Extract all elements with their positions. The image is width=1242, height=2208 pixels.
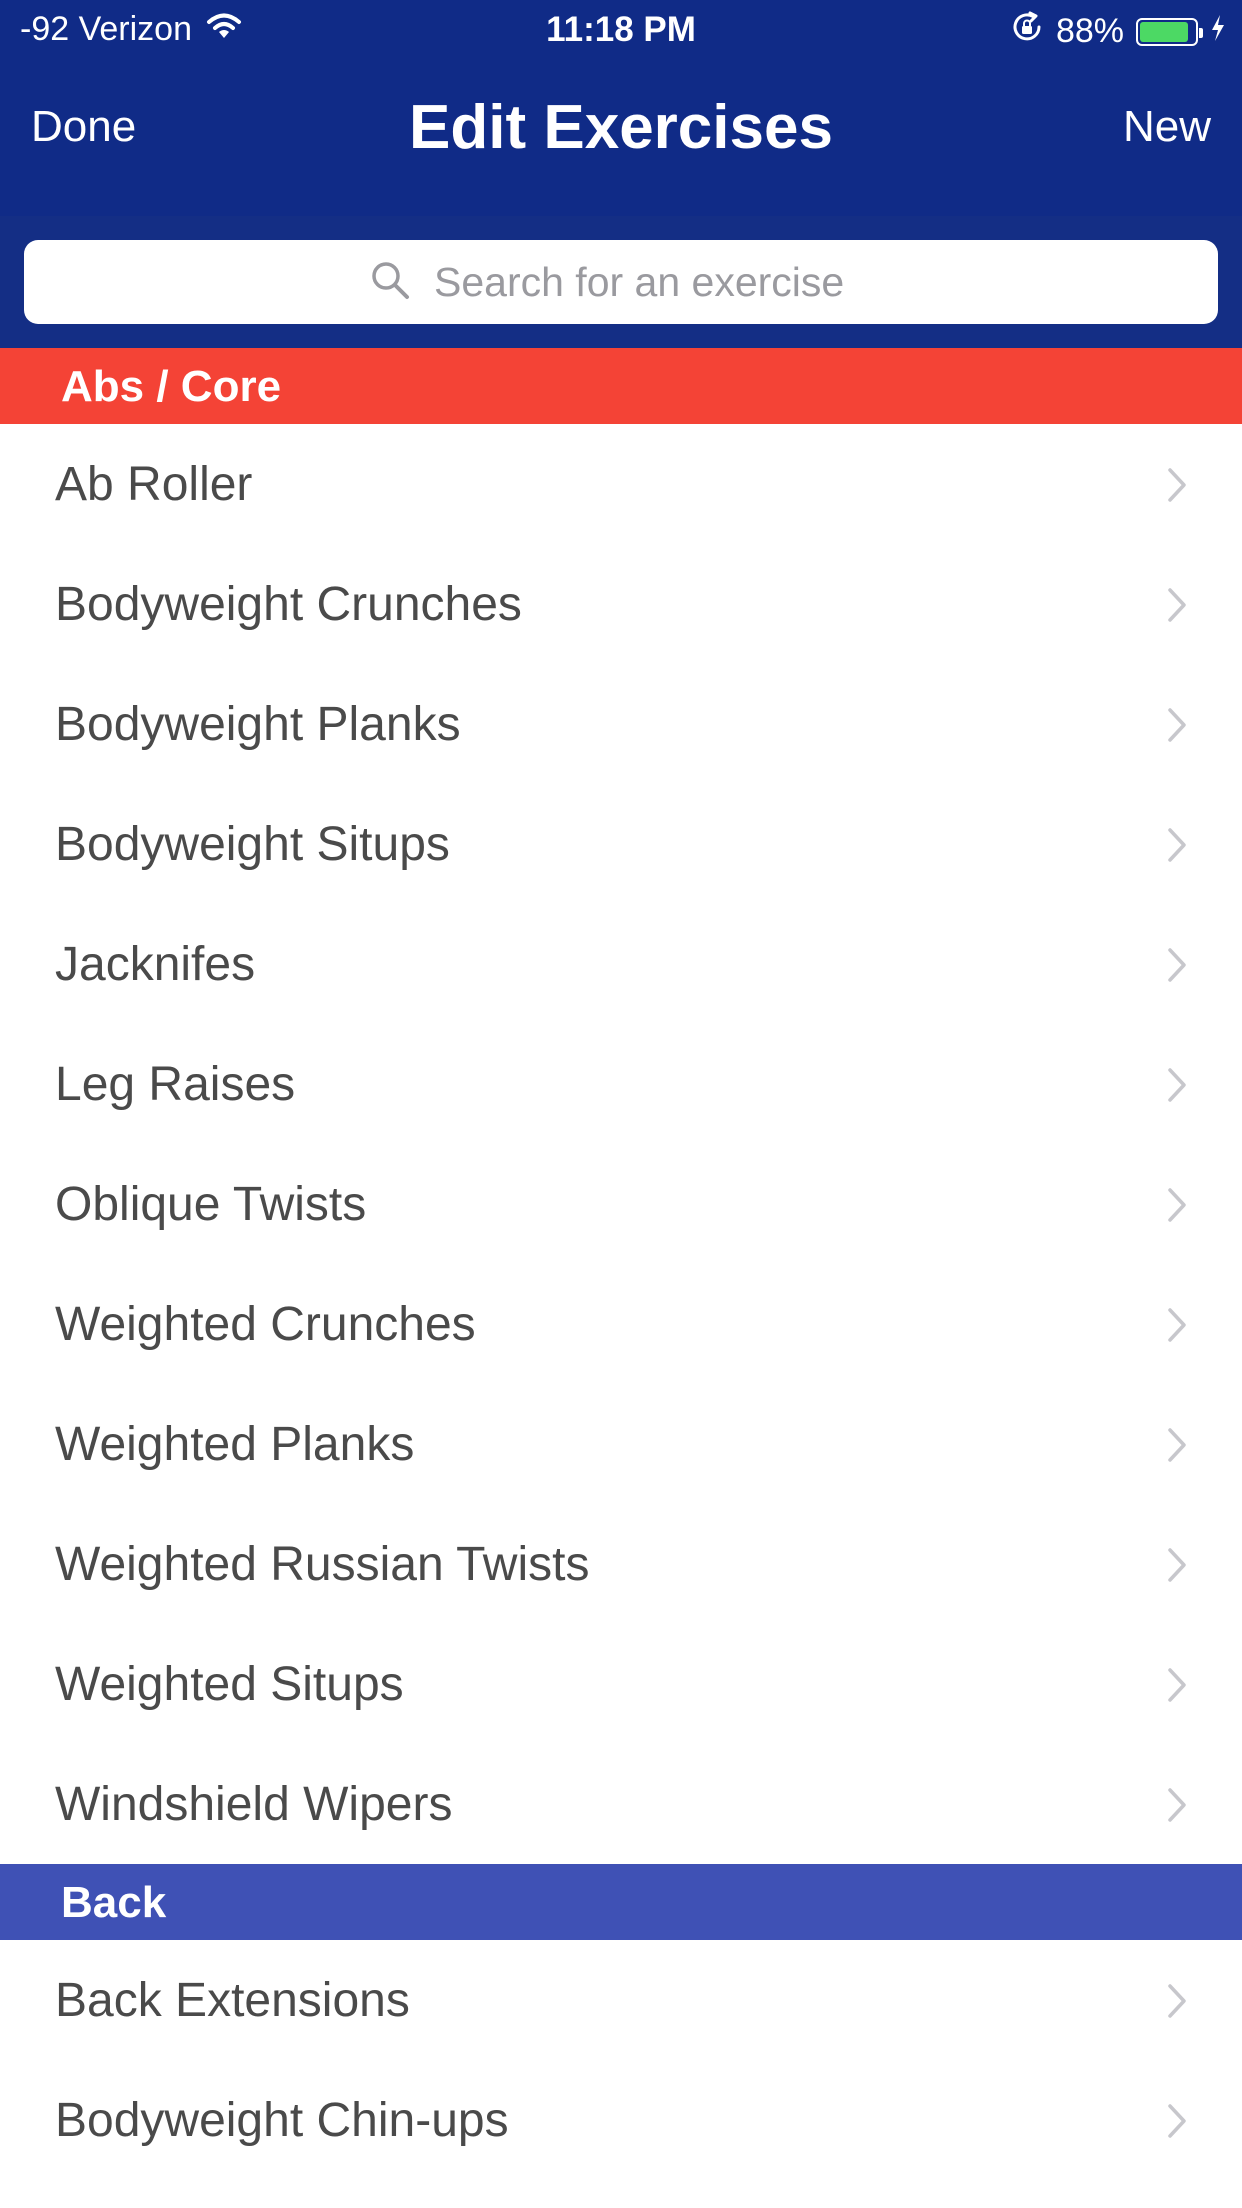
exercise-name: Back Extensions — [55, 1973, 410, 2027]
battery-icon — [1136, 17, 1203, 46]
section-header: Back — [0, 1864, 1242, 1940]
charging-bolt-icon — [1210, 12, 1226, 51]
list-item[interactable]: Ab Roller — [0, 424, 1242, 544]
list-item[interactable]: Weighted Situps — [0, 1624, 1242, 1744]
list-item[interactable]: Windshield Wipers — [0, 1744, 1242, 1864]
list-item[interactable]: Weighted Crunches — [0, 1264, 1242, 1384]
exercise-name: Ab Roller — [55, 457, 253, 511]
list-item[interactable]: Back Extensions — [0, 1940, 1242, 2060]
navigation-bar: Done Edit Exercises New — [0, 62, 1242, 192]
exercise-name: Oblique Twists — [55, 1177, 367, 1231]
status-right-group: 88% — [1010, 10, 1226, 53]
exercise-name: Weighted Crunches — [55, 1297, 476, 1351]
exercise-name: Bodyweight Chin-ups — [55, 2093, 509, 2147]
exercise-name: Weighted Russian Twists — [55, 1537, 590, 1591]
search-field-container[interactable] — [24, 240, 1218, 324]
list-item[interactable]: Leg Raises — [0, 1024, 1242, 1144]
list-item[interactable]: Weighted Planks — [0, 1384, 1242, 1504]
search-input[interactable] — [434, 258, 874, 306]
chevron-right-icon — [1167, 707, 1187, 748]
list-item[interactable]: Jacknifes — [0, 904, 1242, 1024]
battery-cap — [1199, 27, 1203, 38]
exercise-name: Bodyweight Situps — [55, 817, 450, 871]
list-item[interactable]: Bodyweight Chin-ups — [0, 2060, 1242, 2180]
chevron-right-icon — [1167, 467, 1187, 508]
new-exercise-button[interactable]: New — [1123, 102, 1211, 152]
battery-percent: 88% — [1055, 12, 1124, 50]
section-header: Abs / Core — [0, 348, 1242, 424]
chevron-right-icon — [1167, 1547, 1187, 1588]
page-title: Edit Exercises — [409, 93, 833, 162]
list-item[interactable]: Oblique Twists — [0, 1144, 1242, 1264]
chevron-right-icon — [1167, 1667, 1187, 1708]
header-area: -92 Verizon 11:18 PM 88% Done Edit Exerc… — [0, 0, 1242, 348]
exercise-name: Windshield Wipers — [55, 1777, 453, 1831]
chevron-right-icon — [1167, 827, 1187, 868]
list-item[interactable]: Weighted Russian Twists — [0, 1504, 1242, 1624]
chevron-right-icon — [1167, 1187, 1187, 1228]
chevron-right-icon — [1167, 1983, 1187, 2024]
search-icon — [368, 258, 412, 307]
chevron-right-icon — [1167, 947, 1187, 988]
battery-level-fill — [1140, 21, 1188, 42]
exercise-name: Weighted Situps — [55, 1657, 404, 1711]
list-item[interactable]: Bodyweight Situps — [0, 784, 1242, 904]
chevron-right-icon — [1167, 2103, 1187, 2144]
list-item[interactable]: Bodyweight Planks — [0, 664, 1242, 784]
status-bar: -92 Verizon 11:18 PM 88% — [0, 0, 1242, 60]
chevron-right-icon — [1167, 1787, 1187, 1828]
exercise-name: Bodyweight Crunches — [55, 577, 522, 631]
exercise-name: Leg Raises — [55, 1057, 296, 1111]
list-item[interactable]: Bodyweight Crunches — [0, 544, 1242, 664]
chevron-right-icon — [1167, 1427, 1187, 1468]
search-bar — [0, 216, 1242, 348]
exercise-name: Jacknifes — [55, 937, 256, 991]
rotation-lock-icon — [1010, 10, 1044, 53]
exercise-name: Weighted Planks — [55, 1417, 415, 1471]
exercise-list: Abs / Core Ab Roller Bodyweight Crunches Bo… — [0, 348, 1242, 2180]
chevron-right-icon — [1167, 1067, 1187, 1108]
chevron-right-icon — [1167, 587, 1187, 628]
chevron-right-icon — [1167, 1307, 1187, 1348]
exercise-name: Bodyweight Planks — [55, 697, 461, 751]
